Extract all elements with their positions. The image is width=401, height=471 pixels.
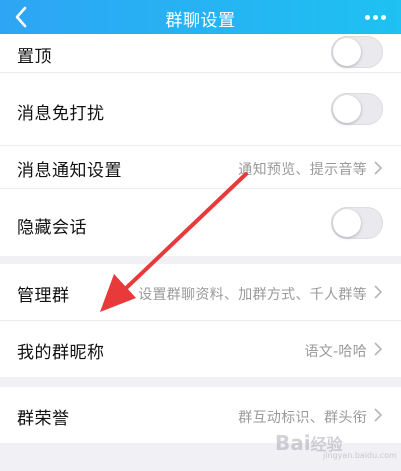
setting-row-do-not-disturb[interactable]: 消息免打扰 bbox=[0, 73, 401, 145]
do-not-disturb-toggle[interactable] bbox=[331, 93, 383, 125]
title-bar: 群聊设置 bbox=[0, 0, 401, 34]
chevron-right-icon bbox=[374, 285, 383, 299]
setting-label: 消息通知设置 bbox=[17, 161, 122, 181]
chevron-right-icon bbox=[374, 408, 383, 422]
setting-label: 群荣誉 bbox=[17, 409, 70, 429]
setting-label: 置顶 bbox=[17, 47, 52, 67]
hide-chat-toggle[interactable] bbox=[331, 207, 383, 239]
setting-label: 隐藏会话 bbox=[17, 218, 87, 238]
watermark-logo: Bai经验 jingyan.baidu.com bbox=[275, 431, 397, 460]
pin-toggle[interactable] bbox=[331, 36, 383, 68]
setting-value: 群互动标识、群头衔 bbox=[238, 410, 367, 426]
setting-value: 通知预览、提示音等 bbox=[238, 162, 367, 178]
setting-label: 我的群昵称 bbox=[17, 343, 105, 363]
setting-value: 语文-哈哈 bbox=[304, 344, 367, 360]
chevron-right-icon bbox=[374, 161, 383, 175]
setting-row-my-nickname[interactable]: 我的群昵称 语文-哈哈 bbox=[0, 321, 401, 377]
setting-row-hide-chat[interactable]: 隐藏会话 bbox=[0, 189, 401, 256]
setting-row-notification[interactable]: 消息通知设置 通知预览、提示音等 bbox=[0, 146, 401, 188]
setting-label: 消息免打扰 bbox=[17, 104, 105, 124]
page-title: 群聊设置 bbox=[165, 11, 236, 31]
setting-value: 设置群聊资料、加群方式、千人群等 bbox=[138, 287, 367, 303]
more-dots-icon[interactable] bbox=[365, 15, 387, 20]
setting-label: 管理群 bbox=[17, 286, 70, 306]
setting-row-pin[interactable]: 置顶 bbox=[0, 34, 401, 72]
chevron-right-icon bbox=[374, 342, 383, 356]
setting-row-manage-group[interactable]: 管理群 设置群聊资料、加群方式、千人群等 bbox=[0, 264, 401, 320]
